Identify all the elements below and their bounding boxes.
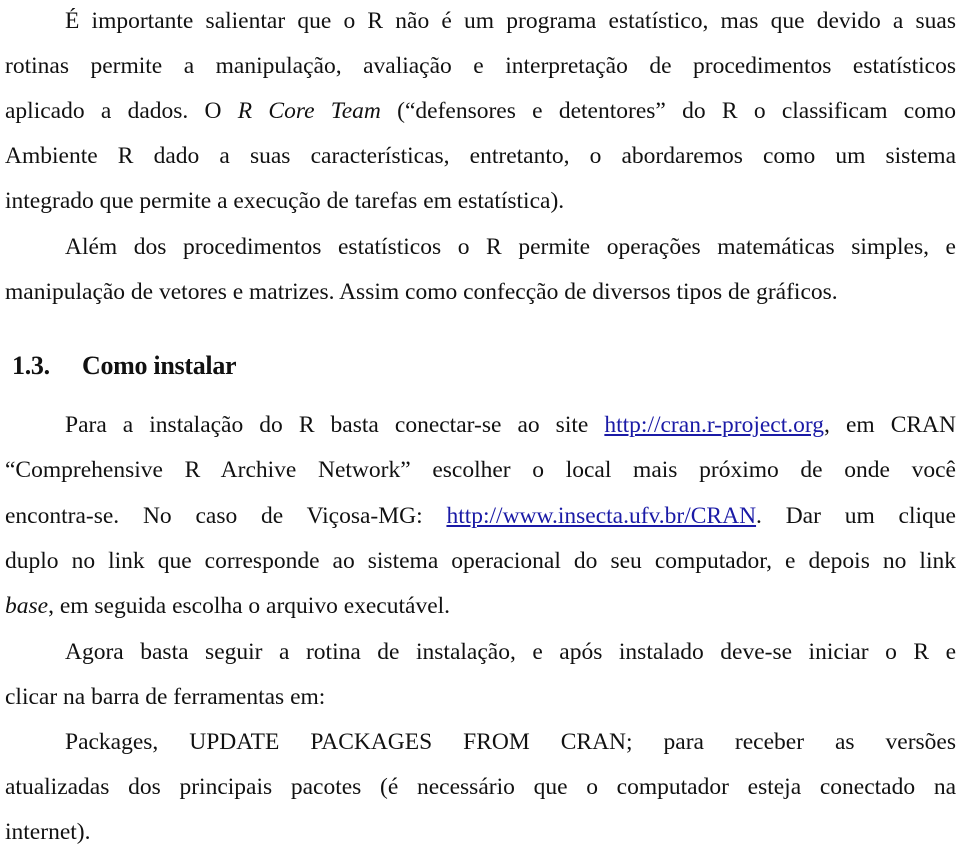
insecta-cran-link[interactable]: http://www.insecta.ufv.br/CRAN — [446, 503, 756, 529]
section-heading: 1.3. Como instalar — [12, 350, 237, 382]
paragraph-1-line-1: É importante salientar que o R não é um … — [65, 8, 956, 34]
paragraph-1-line-4: Ambiente R dado a suas características, … — [5, 143, 956, 169]
paragraph-3-line-2: “Comprehensive R Archive Network” escolh… — [5, 457, 956, 483]
paragraph-5-line-1: Packages, UPDATE PACKAGES FROM CRAN; par… — [65, 729, 956, 755]
paragraph-4-line-1: Agora basta seguir a rotina de instalaçã… — [65, 639, 956, 665]
paragraph-3-line-5: base, em seguida escolha o arquivo execu… — [5, 591, 956, 621]
paragraph-5-line-2: atualizadas dos principais pacotes (é ne… — [5, 774, 956, 800]
paragraph-1-line-3: aplicado a dados. O R Core Team (“defens… — [5, 96, 956, 126]
paragraph-1-line-5: integrado que permite a execução de tare… — [5, 188, 565, 214]
paragraph-2-line-2: manipulação de vetores e matrizes. Assim… — [5, 279, 838, 305]
r-core-team-emphasis: R Core Team — [237, 98, 381, 124]
document-page: É importante salientar que o R não é um … — [0, 0, 960, 851]
text: Para a instalação do R basta conectar-se… — [65, 412, 605, 438]
paragraph-4-line-2: clicar na barra de ferramentas em: — [5, 684, 326, 710]
paragraph-3-line-4: duplo no link que corresponde ao sistema… — [5, 548, 956, 574]
text: , em seguida escolha o arquivo executáve… — [48, 593, 451, 619]
text: . Dar um clique — [756, 503, 956, 529]
section-number: 1.3. — [12, 351, 50, 380]
text: encontra-se. No caso de Viçosa-MG: — [5, 503, 447, 529]
paragraph-3-line-3: encontra-se. No caso de Viçosa-MG: http:… — [5, 501, 956, 531]
paragraph-5-line-3: internet). — [5, 819, 91, 845]
cran-project-link[interactable]: http://cran.r-project.org — [604, 412, 824, 438]
paragraph-3-line-1: Para a instalação do R basta conectar-se… — [65, 410, 956, 440]
section-title: Como instalar — [82, 351, 237, 380]
paragraph-1-line-2: rotinas permite a manipulação, avaliação… — [5, 53, 956, 79]
paragraph-2-line-1: Além dos procedimentos estatísticos o R … — [65, 234, 956, 260]
text: aplicado a dados. O — [5, 98, 238, 124]
text: (“defensores e detentores” do R o classi… — [380, 98, 957, 124]
base-emphasis: base — [5, 593, 49, 619]
text: , em CRAN — [824, 412, 957, 438]
